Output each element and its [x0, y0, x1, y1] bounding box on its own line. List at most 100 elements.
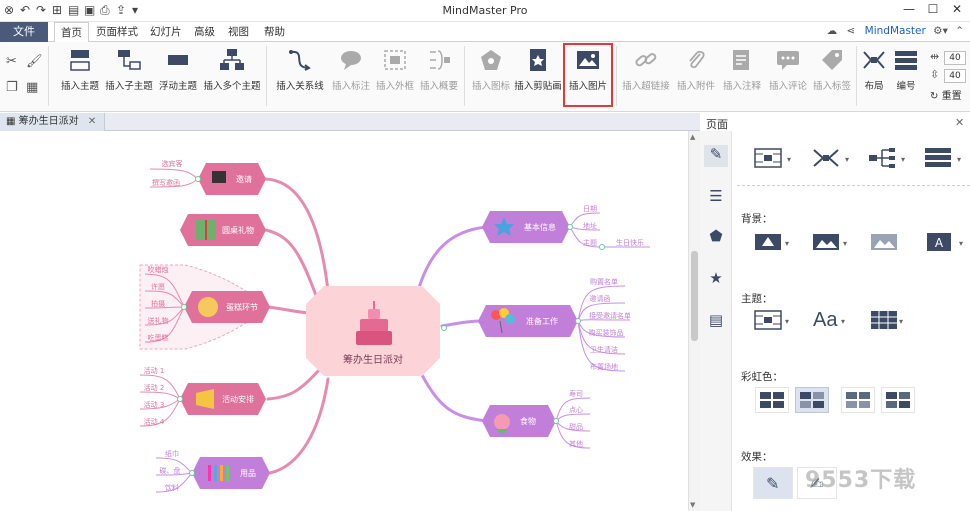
chevron-down-icon[interactable]: ▾	[899, 317, 903, 326]
subtopic-label[interactable]: 饮料	[165, 483, 179, 492]
icon-gallery-icon[interactable]: ⬟	[704, 227, 728, 249]
cloud-icon[interactable]: ☁	[827, 25, 838, 37]
panel-close-icon[interactable]: ✕	[955, 116, 964, 129]
tab-home[interactable]: 首页	[54, 22, 89, 43]
insert-note-button[interactable]: 插入注释	[720, 44, 764, 106]
subtopic-label[interactable]: 寿司	[569, 389, 583, 398]
theme-icon[interactable]	[753, 309, 783, 331]
subtopic-label[interactable]: 甜品	[569, 422, 583, 431]
insert-topic-button[interactable]: 插入主题	[54, 44, 106, 106]
minimize-icon[interactable]: —	[898, 2, 920, 16]
document-tab[interactable]: ▦ 筹办生日派对 ✕	[0, 113, 106, 131]
clipart-icon[interactable]: ★	[704, 269, 728, 291]
subtopic-label[interactable]: 其他	[569, 439, 583, 448]
scroll-down-icon[interactable]: ▼	[690, 501, 695, 509]
close-icon[interactable]: ✕	[946, 2, 968, 16]
structure-icon[interactable]	[753, 147, 783, 169]
insert-clipart-button[interactable]: 插入剪贴画	[514, 44, 562, 106]
chevron-down-icon[interactable]: ▾	[957, 155, 961, 164]
chevron-down-icon[interactable]: ▾	[841, 317, 845, 326]
paste-icon[interactable]: ▦	[26, 80, 38, 95]
insert-attachment-button[interactable]: 插入附件	[674, 44, 718, 106]
topic-supplies[interactable]: 用品	[192, 457, 270, 489]
subtopic-label[interactable]: 拍摄	[151, 299, 165, 308]
subtopic-label[interactable]: 接受邀请名单	[589, 311, 631, 320]
close-tab-icon[interactable]: ✕	[88, 116, 96, 127]
numbering-style-icon[interactable]	[923, 147, 953, 169]
topic-cake-segment[interactable]: 蛋糕环节	[184, 291, 270, 323]
format-pen-icon[interactable]: ✎	[704, 145, 728, 167]
numbering-button[interactable]: 编号	[890, 44, 922, 106]
rainbow-option-3[interactable]	[841, 387, 875, 413]
vertical-scrollbar[interactable]: ▲ ▼	[688, 131, 700, 511]
chevron-down-icon[interactable]: ▾	[787, 155, 791, 164]
subtopic-label[interactable]: 日期	[583, 205, 597, 213]
chevron-down-icon[interactable]: ▾	[785, 239, 789, 248]
collapse-toggle[interactable]	[441, 325, 447, 331]
topic-preparation[interactable]: 准备工作	[478, 305, 578, 337]
layout-button[interactable]: 布局	[858, 44, 890, 106]
subtopic-label[interactable]: 碟、盘	[160, 466, 181, 475]
theme-color-icon[interactable]	[869, 309, 899, 331]
subtopic-label[interactable]: 纸巾	[165, 449, 179, 458]
insert-boundary-button[interactable]: 插入外框	[374, 44, 416, 106]
tab-advanced[interactable]: 高级	[194, 22, 215, 42]
chevron-down-icon[interactable]: ▾	[843, 239, 847, 248]
subtopic-label[interactable]: 活动 2	[144, 383, 165, 392]
scroll-up-icon[interactable]: ▲	[690, 133, 695, 141]
topic-basic-info[interactable]: 基本信息	[482, 211, 570, 243]
subtopic-label[interactable]: 主题	[583, 238, 597, 247]
format-painter-icon[interactable]: 🖌	[26, 54, 43, 69]
settings-icon[interactable]: ⚙▾	[933, 25, 948, 37]
insert-icon-button[interactable]: 插入图标	[470, 44, 512, 106]
mindmap-svg[interactable]: 筹办生日派对 邀请 选宾客 撰写邀函 圆桌礼物 蛋糕环节 吹蜡烛 许愿 拍摄 送…	[0, 131, 688, 511]
subtopic-label[interactable]: 送礼物	[148, 316, 169, 325]
tab-help[interactable]: 帮助	[264, 22, 285, 42]
central-topic[interactable]: 筹办生日派对	[306, 286, 440, 376]
subtopic-label[interactable]: 活动 4	[144, 417, 165, 426]
chevron-down-icon[interactable]: ▾	[785, 317, 789, 326]
subtopic-label[interactable]: 活动 3	[144, 400, 165, 409]
subtopic-label[interactable]: 布置场地	[590, 362, 618, 371]
floating-topic-button[interactable]: 浮动主题	[156, 44, 200, 106]
topic-food[interactable]: 食物	[482, 405, 556, 437]
tab-view[interactable]: 视图	[228, 22, 249, 42]
user-area[interactable]: ☁ ⋖ MindMaster ⚙▾ ⌃	[827, 25, 964, 37]
insert-tag-button[interactable]: 插入标签	[810, 44, 854, 106]
vertical-spacing-input[interactable]: 40	[944, 69, 966, 83]
subtopic-label[interactable]: 地址	[583, 221, 597, 230]
tab-page-style[interactable]: 页面样式	[96, 22, 138, 42]
subtopic-label[interactable]: 购置名单	[590, 277, 618, 286]
rainbow-option-1[interactable]	[755, 387, 789, 413]
maximize-icon[interactable]: ☐	[922, 2, 944, 16]
tab-slideshow[interactable]: 幻灯片	[150, 22, 182, 42]
share-icon[interactable]: ⋖	[847, 25, 856, 37]
subtopic-label[interactable]: 活动 1	[144, 366, 165, 375]
cut-icon[interactable]: ✂	[6, 54, 17, 69]
topic-invitation[interactable]: 邀请	[198, 163, 266, 195]
scrollbar-thumb[interactable]	[691, 251, 698, 341]
subtopic-label[interactable]: 吹蜡烛	[148, 265, 169, 274]
reset-button[interactable]: ↻ 重置	[930, 87, 962, 102]
topic-gift[interactable]: 圆桌礼物	[180, 214, 266, 246]
task-icon[interactable]: ▤	[704, 311, 728, 333]
outline-list-icon[interactable]: ☰	[704, 187, 728, 209]
insert-relationship-button[interactable]: 插入关系线	[272, 44, 328, 106]
subtopic-label[interactable]: 卫生清洁	[590, 345, 618, 354]
rainbow-option-2[interactable]	[795, 387, 829, 413]
mindmap-canvas[interactable]: 筹办生日派对 邀请 选宾客 撰写邀函 圆桌礼物 蛋糕环节 吹蜡烛 许愿 拍摄 送…	[0, 131, 688, 511]
mindmap-layout-icon[interactable]	[811, 147, 841, 169]
subtopic-label[interactable]: 邀请函	[590, 294, 611, 303]
insert-callout-button[interactable]: 插入标注	[330, 44, 372, 106]
subtopic-label[interactable]: 点心	[569, 406, 583, 414]
background-picture-icon[interactable]	[869, 231, 899, 253]
insert-comment-button[interactable]: 插入评论	[766, 44, 810, 106]
user-name[interactable]: MindMaster	[865, 25, 926, 37]
copy-icon[interactable]: ❐	[6, 80, 18, 95]
background-color-icon[interactable]	[753, 231, 783, 253]
file-menu-tab[interactable]: 文件	[0, 22, 48, 42]
subtopic-label[interactable]: 选宾客	[162, 159, 183, 168]
insert-subtopic-button[interactable]: 插入子主题	[104, 44, 154, 106]
subtopic-label[interactable]: 购买装饰品	[589, 328, 624, 337]
effect-option-1[interactable]: ✎	[753, 467, 793, 499]
